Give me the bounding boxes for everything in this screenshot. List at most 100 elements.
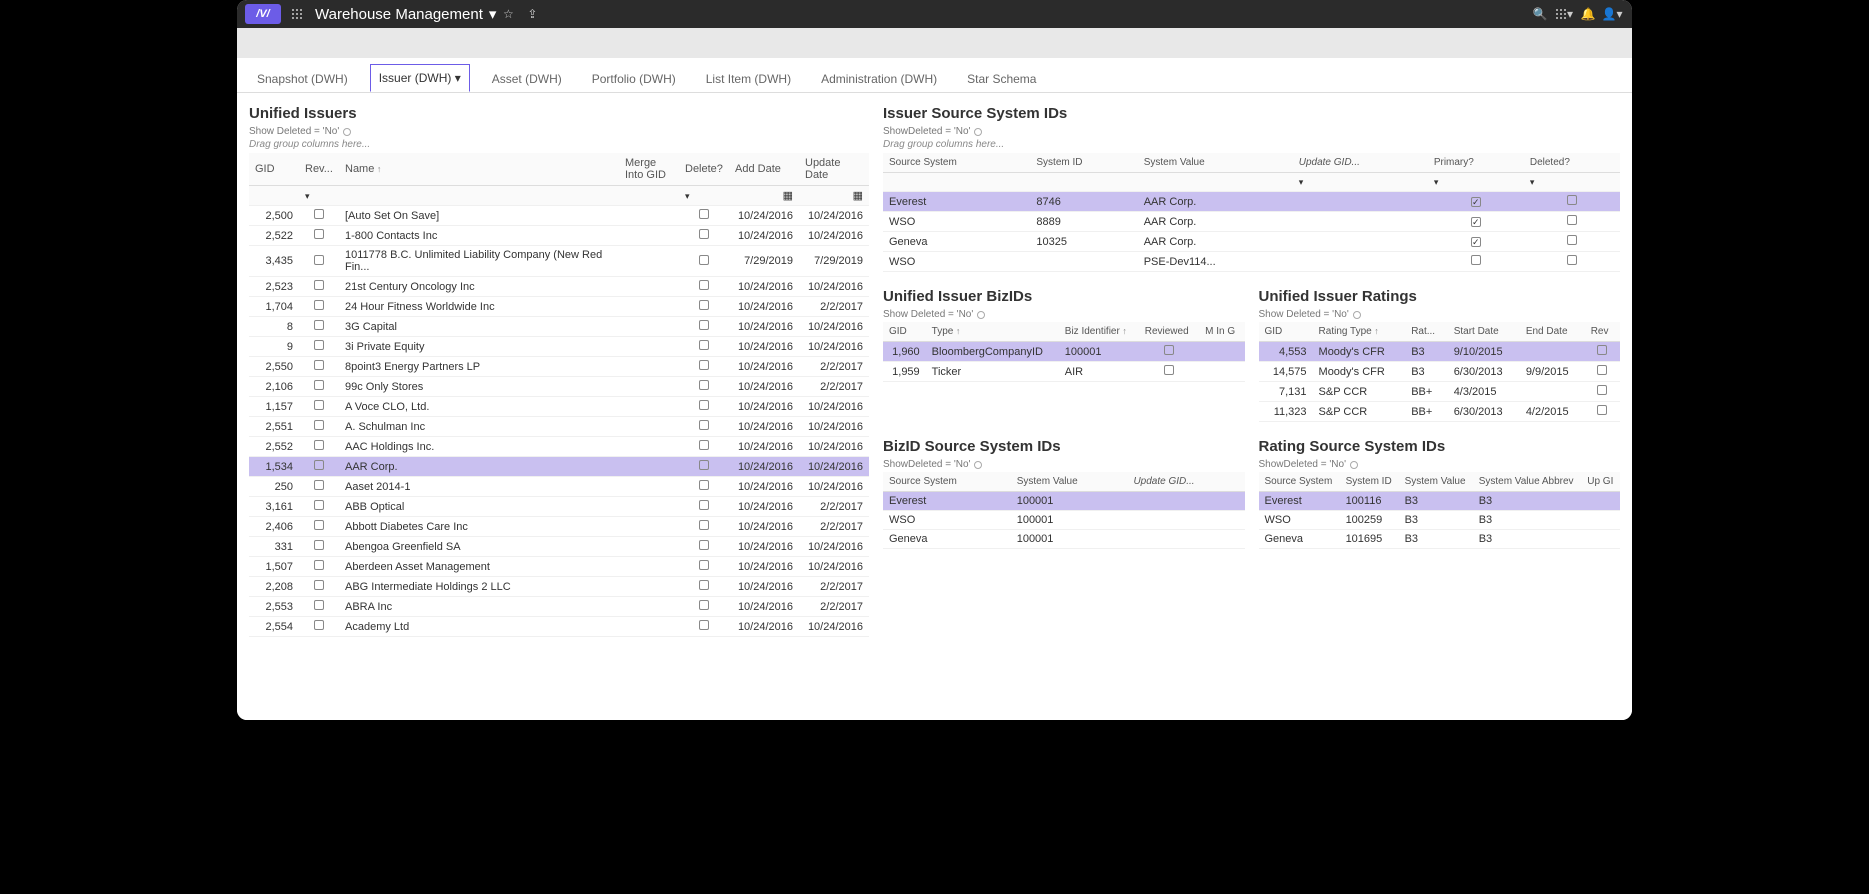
cell-delete[interactable] (679, 297, 729, 317)
table-row[interactable]: 3,161ABB Optical10/24/20162/2/2017 (249, 497, 869, 517)
cell-delete[interactable] (679, 617, 729, 637)
col-sysval[interactable]: System Value (1138, 153, 1293, 173)
cell-delete[interactable] (679, 317, 729, 337)
cell-merge[interactable] (619, 246, 679, 277)
cell-primary[interactable] (1428, 192, 1524, 212)
cell-rev[interactable] (299, 437, 339, 457)
table-row[interactable]: 3,4351011778 B.C. Unlimited Liability Co… (249, 246, 869, 277)
filter-toggle-icon[interactable] (977, 311, 985, 319)
cell-delete[interactable] (679, 417, 729, 437)
apps-menu-icon[interactable]: ▾ (1552, 2, 1576, 26)
cell-rev[interactable] (1585, 342, 1620, 362)
cell-deleted[interactable] (1524, 232, 1620, 252)
table-row[interactable]: 93i Private Equity10/24/201610/24/2016 (249, 337, 869, 357)
cell-delete[interactable] (679, 337, 729, 357)
col-sysval[interactable]: System Value (1011, 472, 1128, 492)
table-row[interactable]: WSOPSE-Dev114... (883, 252, 1620, 272)
cell-rev[interactable] (299, 497, 339, 517)
table-row[interactable]: 11,323S&P CCRBB+6/30/20134/2/2015 (1259, 402, 1621, 422)
cell-rev[interactable] (299, 277, 339, 297)
table-row[interactable]: 1,960BloombergCompanyID100001 (883, 342, 1245, 362)
table-row[interactable]: 7,131S&P CCRBB+4/3/2015 (1259, 382, 1621, 402)
cell-update[interactable] (1127, 530, 1244, 549)
table-row[interactable]: 2,553ABRA Inc10/24/20162/2/2017 (249, 597, 869, 617)
table-row[interactable]: WSO8889AAR Corp. (883, 212, 1620, 232)
cell-delete[interactable] (679, 246, 729, 277)
table-row[interactable]: 2,554Academy Ltd10/24/201610/24/2016 (249, 617, 869, 637)
app-title-wrap[interactable]: Warehouse Management ▾ (315, 5, 496, 23)
col-primary[interactable]: Primary? (1428, 153, 1524, 173)
cell-update[interactable] (1127, 492, 1244, 511)
cell-rev[interactable] (299, 317, 339, 337)
cell-merge[interactable] (619, 297, 679, 317)
cell-delete[interactable] (679, 517, 729, 537)
cell-rev[interactable] (299, 597, 339, 617)
col-end[interactable]: End Date (1520, 322, 1585, 342)
table-row[interactable]: 331Abengoa Greenfield SA10/24/201610/24/… (249, 537, 869, 557)
tab-star-schema[interactable]: Star Schema (959, 66, 1044, 92)
cell-rev[interactable] (299, 457, 339, 477)
tab-list-item-dwh-[interactable]: List Item (DWH) (698, 66, 799, 92)
tab-asset-dwh-[interactable]: Asset (DWH) (484, 66, 570, 92)
tab-portfolio-dwh-[interactable]: Portfolio (DWH) (584, 66, 684, 92)
cell-rev[interactable] (1585, 382, 1620, 402)
cell-rev[interactable] (299, 577, 339, 597)
col-merge[interactable]: Merge Into GID (619, 153, 679, 186)
cell-update[interactable] (1127, 511, 1244, 530)
cell-delete[interactable] (679, 377, 729, 397)
cell-rev[interactable] (299, 517, 339, 537)
cell-merge[interactable] (619, 477, 679, 497)
col-rat[interactable]: Rat... (1405, 322, 1448, 342)
table-row[interactable]: 2,5508point3 Energy Partners LP10/24/201… (249, 357, 869, 377)
filter-toggle-icon[interactable] (974, 461, 982, 469)
filter-toggle-icon[interactable] (1350, 461, 1358, 469)
col-type[interactable]: Type (926, 322, 1059, 342)
col-gid[interactable]: GID (1259, 322, 1313, 342)
table-row[interactable]: 2,500[Auto Set On Save]10/24/201610/24/2… (249, 206, 869, 226)
cell-merge[interactable] (619, 517, 679, 537)
filter-toggle-icon[interactable] (974, 128, 982, 136)
table-row[interactable]: 1,507Aberdeen Asset Management10/24/2016… (249, 557, 869, 577)
search-icon[interactable]: 🔍 (1528, 2, 1552, 26)
col-update-gid[interactable]: Update GID... (1293, 153, 1428, 173)
cell-delete[interactable] (679, 437, 729, 457)
cell-merge[interactable] (619, 497, 679, 517)
table-row[interactable]: 2,5221-800 Contacts Inc10/24/201610/24/2… (249, 226, 869, 246)
tab-administration-dwh-[interactable]: Administration (DWH) (813, 66, 945, 92)
col-gid[interactable]: GID (249, 153, 299, 186)
col-rev[interactable]: Rev (1585, 322, 1620, 342)
table-row[interactable]: Geneva100001 (883, 530, 1245, 549)
col-update[interactable]: Update Date (799, 153, 869, 186)
group-drop-zone[interactable]: Drag group columns here... (883, 139, 1620, 150)
cell-rev[interactable] (299, 297, 339, 317)
col-reviewed[interactable]: Reviewed (1139, 322, 1199, 342)
cell-merge[interactable] (619, 337, 679, 357)
col-deleted[interactable]: Deleted? (1524, 153, 1620, 173)
table-row[interactable]: Everest100116B3B3 (1259, 492, 1621, 511)
cell-delete[interactable] (679, 277, 729, 297)
table-row[interactable]: 2,406Abbott Diabetes Care Inc10/24/20162… (249, 517, 869, 537)
cell-delete[interactable] (679, 577, 729, 597)
cell-update[interactable] (1293, 232, 1428, 252)
cell-rev[interactable] (299, 417, 339, 437)
filter-toggle-icon[interactable] (1353, 311, 1361, 319)
table-row[interactable]: Geneva101695B3B3 (1259, 530, 1621, 549)
table-row[interactable]: 250Aaset 2014-110/24/201610/24/2016 (249, 477, 869, 497)
cell-rev[interactable] (1585, 362, 1620, 382)
col-update[interactable]: Update GID... (1127, 472, 1244, 492)
table-row[interactable]: 1,70424 Hour Fitness Worldwide Inc10/24/… (249, 297, 869, 317)
apps-grid-icon[interactable] (285, 2, 309, 26)
col-rtype[interactable]: Rating Type (1313, 322, 1406, 342)
cell-rev[interactable] (299, 357, 339, 377)
cell-deleted[interactable] (1524, 252, 1620, 272)
table-row[interactable]: 2,52321st Century Oncology Inc10/24/2016… (249, 277, 869, 297)
bell-icon[interactable]: 🔔 (1576, 2, 1600, 26)
col-source[interactable]: Source System (883, 153, 1030, 173)
table-row[interactable]: 2,552AAC Holdings Inc.10/24/201610/24/20… (249, 437, 869, 457)
cell-update[interactable] (1293, 212, 1428, 232)
col-name[interactable]: Name (339, 153, 619, 186)
cell-primary[interactable] (1428, 252, 1524, 272)
cell-rev[interactable] (299, 337, 339, 357)
cell-primary[interactable] (1428, 232, 1524, 252)
cell-merge[interactable] (619, 557, 679, 577)
